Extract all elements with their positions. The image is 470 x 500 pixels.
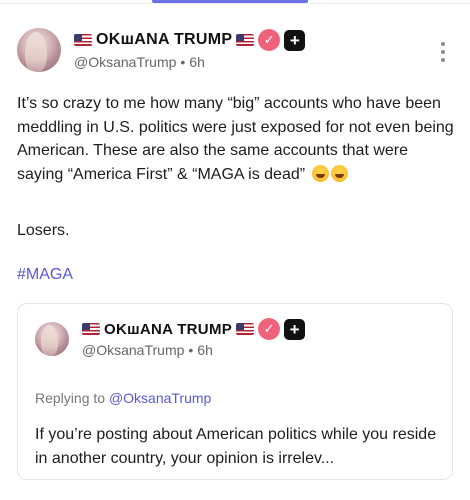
- tears-of-joy-emoji-icon: [330, 164, 348, 182]
- plus-badge-icon: +: [284, 318, 306, 340]
- quoted-post-time: 6h: [197, 342, 213, 358]
- quoted-avatar[interactable]: [35, 322, 69, 356]
- replying-to-line: Replying to @OksanaTrump: [35, 390, 211, 406]
- replying-prefix: Replying to: [35, 390, 106, 406]
- laughing-emoji-icon: [311, 164, 329, 182]
- more-vertical-icon[interactable]: [440, 42, 446, 62]
- quoted-post-text: If you’re posting about American politic…: [35, 426, 437, 467]
- plus-badge-icon: +: [284, 29, 306, 51]
- post-time: 6h: [189, 54, 205, 70]
- replying-mention-link[interactable]: @OksanaTrump: [109, 390, 211, 406]
- author-meta: @OksanaTrump • 6h: [74, 54, 205, 70]
- meta-separator: •: [188, 342, 194, 358]
- author-display-name[interactable]: OKшANA TRUMP: [96, 31, 232, 49]
- us-flag-icon: [82, 323, 100, 335]
- author-handle[interactable]: @OksanaTrump: [74, 54, 176, 70]
- quoted-author-meta: @OksanaTrump • 6h: [82, 342, 213, 358]
- quoted-author-display-name[interactable]: OKшANA TRUMP: [104, 321, 232, 338]
- post-author-header[interactable]: OKшANA TRUMP ✓ +: [74, 29, 306, 51]
- avatar[interactable]: [17, 28, 61, 72]
- top-divider: [0, 3, 470, 4]
- verified-badge-icon: ✓: [258, 318, 281, 340]
- quoted-author-header[interactable]: OKшANA TRUMP ✓ +: [82, 318, 306, 340]
- quoted-post-card[interactable]: OKшANA TRUMP ✓ + @OksanaTrump • 6h Reply…: [17, 303, 453, 480]
- verified-badge-icon: ✓: [258, 29, 281, 51]
- quoted-author-handle[interactable]: @OksanaTrump: [82, 342, 184, 358]
- post-body-text: It’s so crazy to me how many “big” accou…: [17, 95, 454, 183]
- post-second-paragraph: Losers.: [17, 222, 70, 239]
- meta-separator: •: [180, 54, 186, 70]
- us-flag-icon: [74, 34, 92, 46]
- post-body: It’s so crazy to me how many “big” accou…: [17, 92, 457, 186]
- hashtag-link[interactable]: #MAGA: [17, 266, 73, 284]
- us-flag-icon: [236, 34, 255, 46]
- us-flag-icon: [236, 323, 255, 335]
